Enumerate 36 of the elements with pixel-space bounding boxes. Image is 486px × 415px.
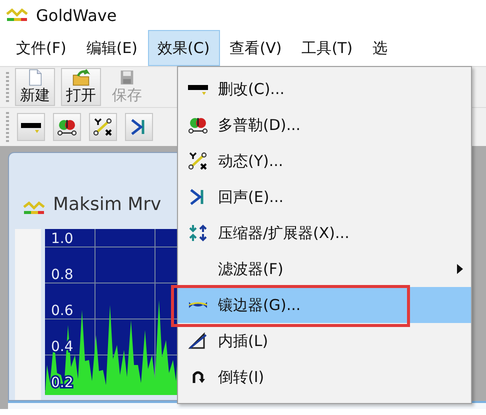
menu-item[interactable]: 查看(V)	[220, 30, 292, 66]
wave-icon	[188, 299, 208, 311]
document-title: Maksim Mrv	[53, 194, 162, 215]
menu-item[interactable]: 滤波器(F)	[178, 251, 471, 287]
gauge-icon	[56, 118, 78, 136]
menu-item[interactable]: 工具(T)	[292, 30, 363, 66]
effect-button[interactable]	[89, 113, 117, 141]
menu-item[interactable]: 编辑(E)	[76, 30, 148, 66]
arrows-icon	[188, 224, 208, 242]
axis-label: 0.2	[51, 375, 74, 391]
axis-label: 0.8	[51, 267, 74, 283]
axis-label: 1.0	[51, 231, 74, 247]
toolbar-button[interactable]: 新建	[15, 68, 55, 106]
curve-icon	[188, 152, 208, 170]
menu-item[interactable]: 内插(L)	[178, 323, 471, 359]
menu-item[interactable]: 倒转(I)	[178, 359, 471, 395]
triangle-icon	[188, 332, 208, 350]
menu-item[interactable]: 回声(E)...	[178, 179, 471, 215]
curve-icon	[92, 118, 114, 136]
app-logo-icon	[6, 8, 28, 22]
menu-item[interactable]: 动态(Y)...	[178, 143, 471, 179]
menu-item[interactable]: 压缩器/扩展器(X)...	[178, 215, 471, 251]
menu-item[interactable]: 效果(C)	[148, 30, 220, 66]
effect-button[interactable]	[53, 113, 81, 141]
bar-icon	[20, 120, 42, 134]
toolbar-button[interactable]: 打开	[61, 68, 101, 106]
bar-icon	[188, 82, 208, 96]
effect-button[interactable]	[125, 113, 153, 141]
effect-button[interactable]	[17, 113, 45, 141]
menu-item[interactable]: 选	[362, 30, 398, 66]
window-title: GoldWave	[36, 6, 117, 24]
gauge-icon	[188, 116, 208, 134]
app-logo-icon	[23, 201, 45, 215]
menu-item[interactable]: 删改(C)...	[178, 71, 471, 107]
menu-item[interactable]: 文件(F)	[6, 30, 76, 66]
axis-label: 0.6	[51, 303, 74, 319]
